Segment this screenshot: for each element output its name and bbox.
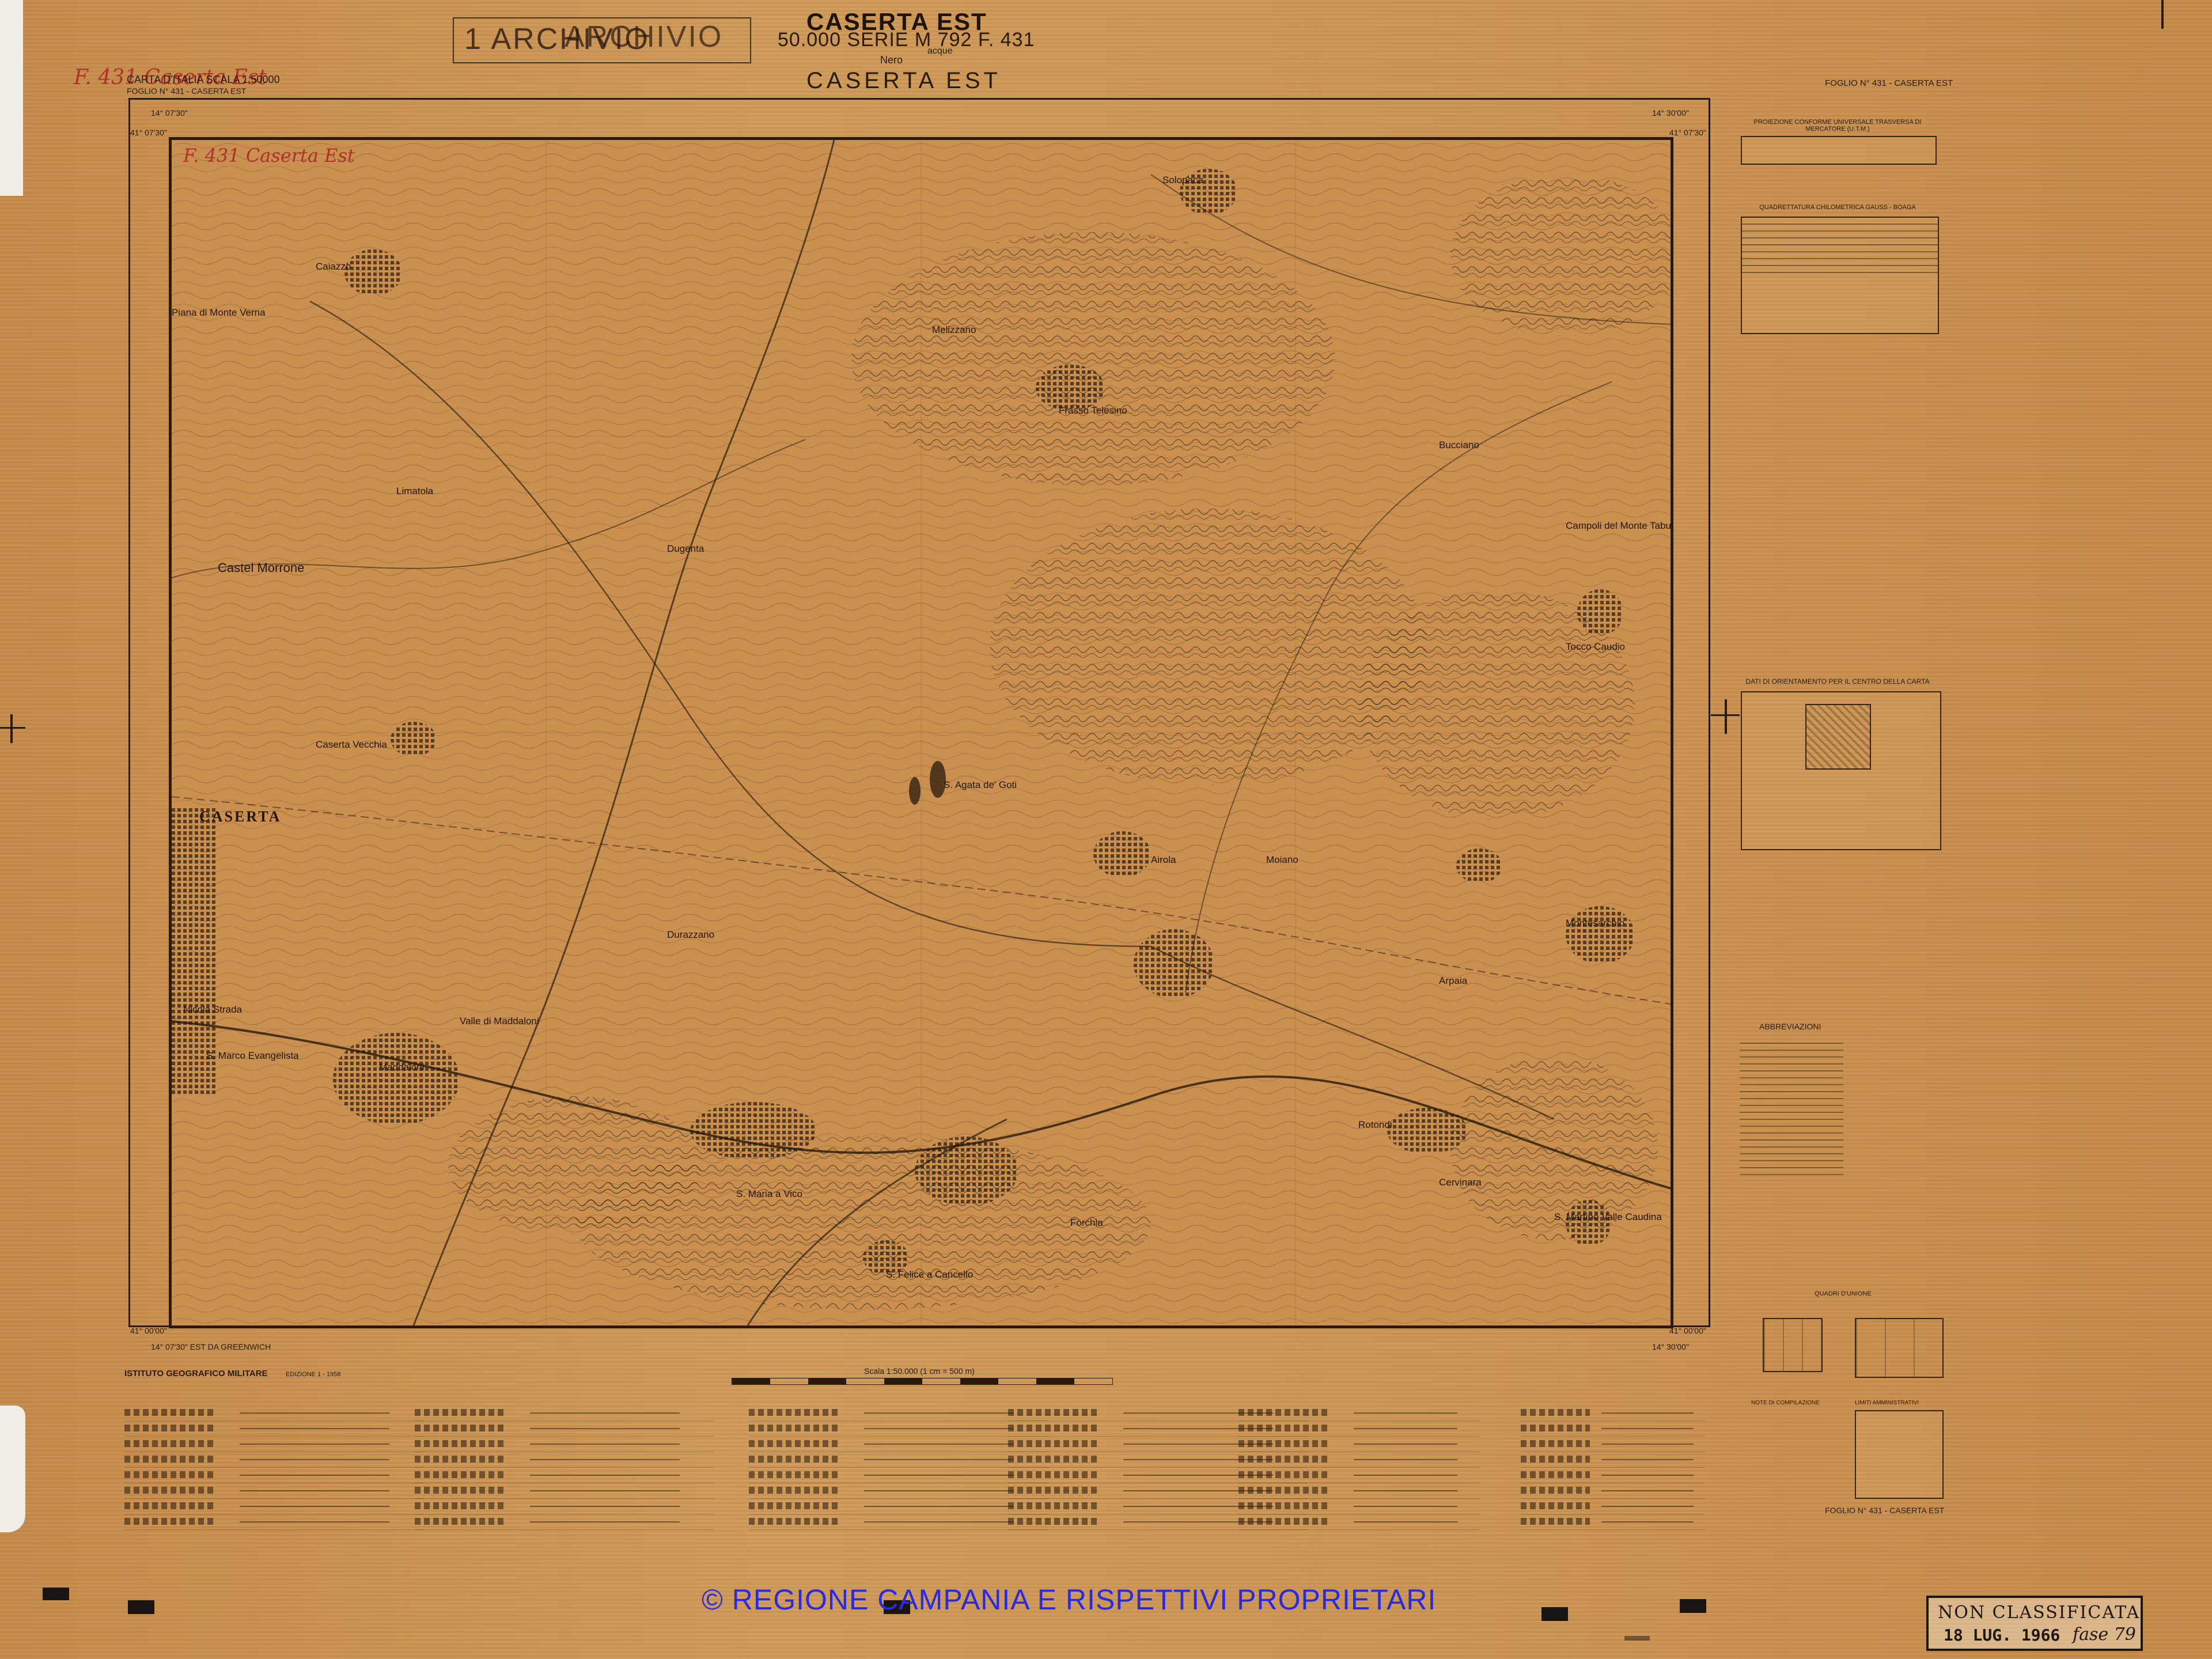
place-label: Airola	[1151, 854, 1176, 865]
place-label: Limatola	[396, 486, 434, 497]
registration-block	[1624, 1636, 1650, 1641]
projection-title: PROIEZIONE CONFORME UNIVERSALE TRASVERSA…	[1753, 119, 1922, 132]
registration-block	[1541, 1607, 1568, 1621]
coord-top-left-lon: 14° 07'30"	[151, 108, 188, 118]
registration-block	[43, 1588, 69, 1600]
place-label: Bucciano	[1439, 440, 1479, 450]
abbreviazioni-title: ABBREVIAZIONI	[1759, 1022, 1821, 1031]
coord-bottom-right-lat: 41° 00'00"	[1669, 1326, 1706, 1335]
place-label: Tocco Caudio	[1566, 641, 1626, 652]
place-label: S. Agata de' Goti	[944, 779, 1017, 790]
coord-bottom-left-lat: 41° 00'00"	[130, 1326, 167, 1335]
archivio-stamp-overprint: ARCHIVIO	[565, 20, 724, 54]
registration-block	[128, 1600, 154, 1614]
place-label: Caserta Vecchia	[316, 739, 387, 750]
orientamento-box	[1741, 691, 1941, 850]
place-label: Montesarchio	[1566, 918, 1625, 929]
nero-label: Nero	[880, 54, 903, 66]
note-compilazione-title: NOTE DI COMPILAZIONE	[1751, 1400, 1820, 1406]
place-label: Maddaloni	[379, 1062, 425, 1073]
orientamento-diagram	[1805, 704, 1871, 770]
carta-scale-label: CARTA D'ITALIA SCALA 1:50000	[127, 74, 280, 85]
place-label: Caiazzo	[316, 261, 351, 272]
place-label: Piana di Monte Verna	[172, 307, 266, 318]
legend-column-3	[749, 1406, 1048, 1538]
place-label: Valle di Maddaloni	[460, 1016, 539, 1027]
place-label: Durazzano	[667, 929, 715, 940]
edizione-label: EDIZIONE 1 - 1958	[286, 1371, 341, 1378]
place-label: Melizzano	[932, 324, 976, 335]
place-label-caserta: CASERTA	[199, 808, 282, 825]
place-label: Nicola Strada	[183, 1004, 243, 1015]
registration-block	[1680, 1599, 1706, 1613]
foglio-label-right: FOGLIO N° 431 - CASERTA EST	[1825, 78, 1953, 88]
istituto-label: ISTITUTO GEOGRAFICO MILITARE	[124, 1369, 268, 1378]
stamp-note: fase 79	[2073, 1624, 2136, 1645]
legend-column-1	[124, 1406, 424, 1538]
legend-column-6	[1521, 1406, 1705, 1538]
place-label: S. Maria a Vico	[736, 1188, 802, 1199]
coord-bottom-right-lon: 14° 30'00"	[1652, 1342, 1689, 1351]
registration-mark-right	[1725, 699, 1727, 734]
coord-top-right-lon: 14° 30'00"	[1652, 108, 1689, 118]
registration-mark-right-h	[1711, 714, 1740, 716]
place-label: Forchia	[1070, 1217, 1103, 1228]
place-label: Dugenta	[667, 543, 704, 554]
place-label: Arpaia	[1439, 975, 1468, 986]
projection-box	[1741, 136, 1937, 165]
registration-mark-left-h	[0, 727, 25, 729]
legend-column-2	[415, 1406, 714, 1538]
coord-bottom-left-lon: 14° 07'30" EST DA GREENWICH	[151, 1342, 271, 1351]
limiti-amministrativi-map	[1855, 1410, 1944, 1499]
place-label: Solopaca	[1162, 175, 1203, 185]
legend-column-5	[1238, 1406, 1480, 1538]
place-label: Cervinara	[1439, 1177, 1482, 1188]
map-drawing	[172, 140, 1671, 1325]
quadri-unione-box-right	[1855, 1318, 1944, 1378]
place-label: Campoli del Monte Taburno	[1566, 520, 1673, 531]
torn-edge-top-left-piece	[0, 69, 21, 184]
place-label: Moiano	[1266, 854, 1298, 865]
topographic-map[interactable]: Solopaca Caiazzo Piana di Monte Verna Fr…	[169, 137, 1673, 1328]
torn-edge-bottom-left	[0, 1406, 25, 1532]
coord-top-right-lat: 41° 07'30"	[1669, 128, 1706, 137]
limiti-amministrativi-title: LIMITI AMMINISTRATIVI	[1855, 1400, 1919, 1406]
scale-label: Scala 1:50.000 (1 cm = 500 m)	[864, 1366, 975, 1376]
quadri-unione-box-left	[1763, 1318, 1823, 1372]
handwritten-inframe-label: F. 431 Caserta Est	[183, 145, 355, 166]
place-label: S. Felice a Cancello	[886, 1269, 974, 1280]
stamp-date: 18 LUG. 1966	[1944, 1626, 2061, 1645]
coord-top-left-lat: 41° 07'30"	[130, 128, 167, 137]
place-label: S. Martino Valle Caudina	[1554, 1211, 1662, 1222]
place-label: S. Marco Evangelista	[206, 1050, 299, 1061]
map-title: CASERTA EST	[806, 68, 1001, 93]
place-label: Rotondi	[1358, 1119, 1392, 1130]
abbreviazioni-list	[1740, 1037, 1843, 1256]
classification-stamp: NON CLASSIFICATA 18 LUG. 1966 fase 79	[1926, 1596, 2143, 1651]
acque-label: acque	[927, 46, 953, 56]
foglio-label-left: FOGLIO N° 431 - CASERTA EST	[127, 86, 247, 96]
place-label: Frasso Telesino	[1059, 405, 1127, 416]
copyright-notice: © REGIONE CAMPANIA E RISPETTIVI PROPRIET…	[702, 1584, 1437, 1616]
quadri-unione-title: QUADRI D'UNIONE	[1815, 1290, 1872, 1297]
stamp-classification-text: NON CLASSIFICATA	[1938, 1603, 2141, 1623]
foglio-label-bottom-right: FOGLIO N° 431 - CASERTA EST	[1825, 1506, 1945, 1515]
place-label: Castel Morrone	[218, 560, 305, 575]
quadrettatura-box	[1741, 217, 1939, 334]
scale-bar	[732, 1378, 1113, 1385]
series-line: 50.000 SERIE M 792 F. 431	[778, 29, 1035, 51]
orientamento-title: DATI DI ORIENTAMENTO PER IL CENTRO DELLA…	[1745, 677, 1930, 685]
registration-mark-left	[10, 714, 13, 743]
quadrettatura-title: QUADRETTATURA CHILOMETRICA GAUSS - BOAGA	[1759, 204, 1916, 211]
registration-mark-top-right	[2161, 0, 2164, 29]
